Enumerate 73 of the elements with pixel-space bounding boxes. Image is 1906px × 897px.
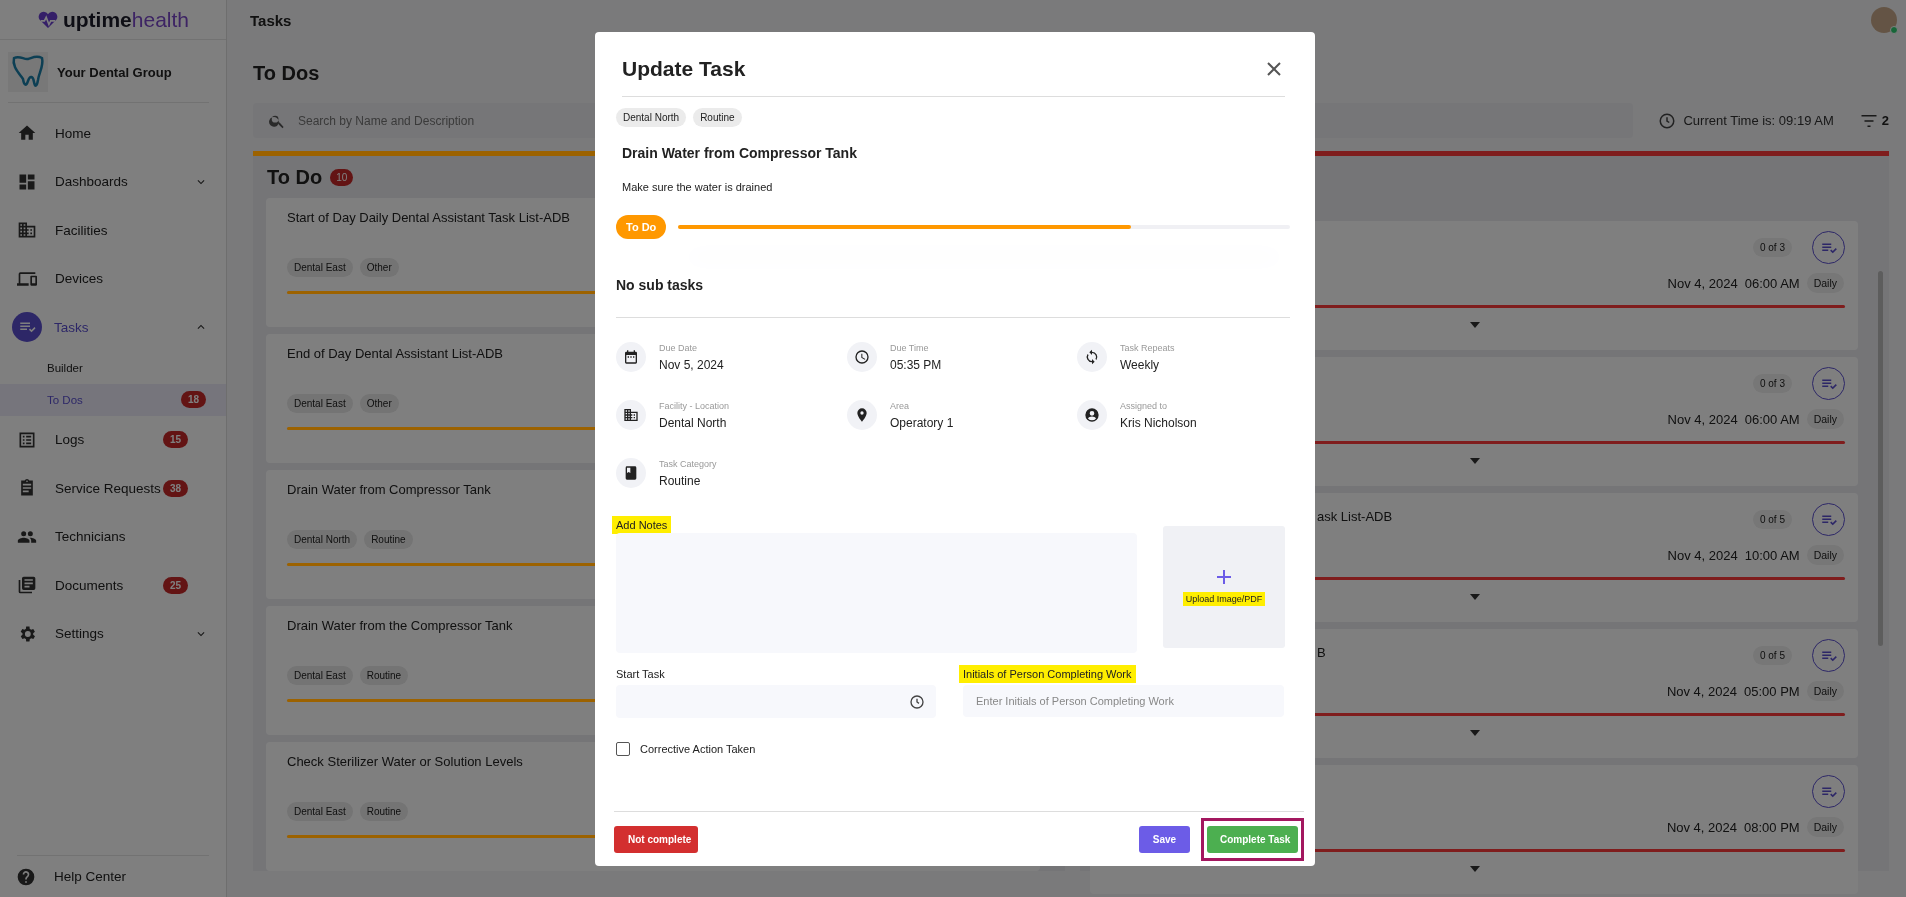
count-badge: 10 (330, 168, 354, 186)
task-title: Drain Water from the Compressor Tank (287, 618, 513, 633)
tag: Routine (359, 666, 409, 685)
field-label: Task Category (659, 458, 717, 469)
task-title: ask List-ADB (1317, 509, 1393, 524)
due-date: Nov 4, 2024 (1667, 547, 1738, 563)
checkbox-label: Corrective Action Taken (640, 743, 756, 755)
field-label: Area (890, 400, 910, 411)
task-title: End of Day Dental Assistant List-ADB (287, 346, 504, 361)
due-time: 06:00 AM (1744, 411, 1800, 427)
tag: Routine (359, 802, 409, 821)
organization-name: Your Dental Group (57, 64, 172, 80)
tag: Routine (364, 530, 413, 549)
field-value: Nov 5, 2024 (659, 357, 724, 372)
field-label: Initials of Person Completing Work (959, 665, 1136, 683)
brand-name: uptimehealth (62, 7, 190, 32)
task-description: Make sure the water is drained (622, 181, 774, 193)
repeat-tag: Daily (1806, 409, 1844, 429)
task-title: Start of Day Daily Dental Assistant Task List-ADB (287, 210, 570, 225)
tag: Dental East (287, 258, 353, 277)
subtasks-text: No sub tasks (616, 277, 1290, 318)
count-badge: 25 (162, 576, 188, 594)
tag: Dental East (287, 666, 353, 685)
count-badge: 38 (162, 479, 188, 497)
tag: Dental East (287, 394, 353, 413)
due-time: 05:00 PM (1744, 683, 1800, 699)
dialog-title: Update Task (622, 56, 746, 82)
subtask-count: 0 of 5 (1752, 510, 1792, 529)
tag: Other (359, 394, 399, 413)
status-pill: To Do (616, 215, 667, 239)
field-value: Kris Nicholson (1120, 415, 1197, 430)
task-title: Check Sterilizer Water or Solution Levels (287, 754, 523, 769)
due-date: Nov 4, 2024 (1666, 683, 1737, 699)
field-label: Add Notes (612, 516, 672, 534)
upload-label: Upload Image/PDF (1182, 591, 1266, 606)
column-title: To Do (267, 165, 323, 189)
count-badge: 18 (180, 391, 206, 408)
task-title: Drain Water from Compressor Tank (287, 482, 491, 497)
subtask-count: 0 of 5 (1752, 646, 1792, 665)
current-time: Current Time is: 09:19 AM (1683, 113, 1834, 128)
task-title: Drain Water from Compressor Tank (622, 145, 858, 161)
tag: Other (359, 258, 399, 277)
due-time: 10:00 AM (1744, 547, 1800, 563)
task-title: B (1317, 645, 1326, 660)
repeat-tag: Daily (1806, 273, 1844, 293)
due-time: 08:00 PM (1744, 819, 1800, 835)
field-label: Task Repeats (1120, 342, 1175, 353)
page-title: Tasks (250, 11, 292, 29)
tag: Dental North (616, 108, 687, 127)
subtask-count: 0 of 3 (1752, 374, 1792, 393)
field-value: Operatory 1 (890, 415, 954, 430)
repeat-tag: Daily (1806, 681, 1844, 701)
field-label: Facility - Location (659, 400, 730, 411)
repeat-tag: Daily (1806, 817, 1844, 837)
tag: Dental North (287, 530, 358, 549)
due-date: Nov 4, 2024 (1666, 819, 1737, 835)
field-value: Weekly (1120, 357, 1161, 372)
repeat-tag: Daily (1806, 545, 1844, 565)
tag: Dental East (287, 802, 353, 821)
field-value: Dental North (659, 415, 728, 430)
field-label: Assigned to (1120, 400, 1169, 411)
due-time: 06:00 AM (1744, 275, 1800, 291)
field-value: Routine (659, 473, 702, 488)
tag: Routine (693, 108, 742, 127)
page-heading: To Dos (253, 62, 320, 85)
field-value: 05:35 PM (890, 357, 942, 372)
field-label: Start Task (615, 667, 666, 682)
field-label: Due Date (659, 342, 699, 353)
count-badge: 15 (162, 431, 188, 449)
field-label: Due Time (890, 342, 930, 353)
due-date: Nov 4, 2024 (1667, 275, 1738, 291)
due-date: Nov 4, 2024 (1667, 411, 1738, 427)
subtask-count: 0 of 3 (1752, 238, 1792, 257)
